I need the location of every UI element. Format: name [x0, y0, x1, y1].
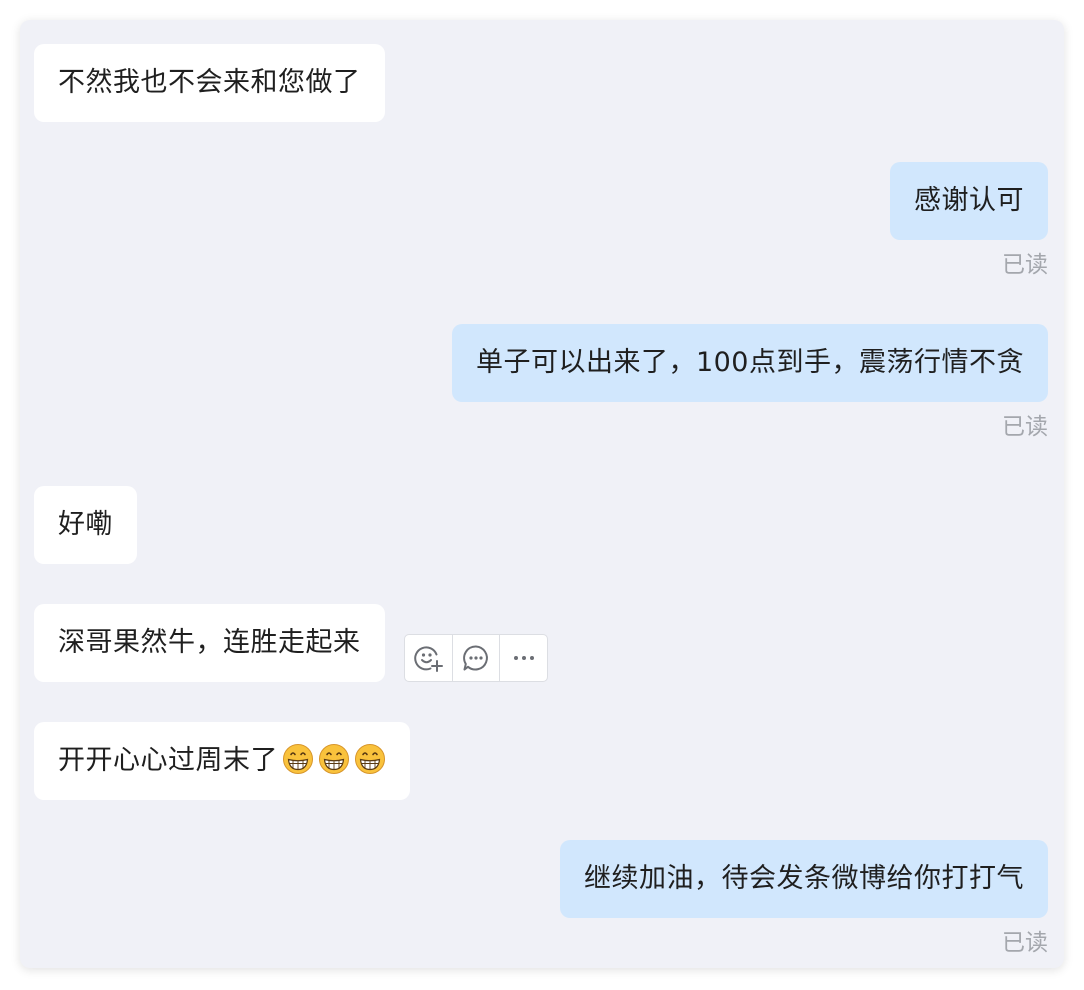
message-bubble-incoming[interactable]: 深哥果然牛，连胜走起来 [34, 604, 385, 682]
message-bubble-incoming[interactable]: 好嘞 [34, 486, 137, 564]
reply-button[interactable] [451, 635, 500, 681]
more-icon [513, 656, 534, 660]
read-status: 已读 [1002, 252, 1048, 278]
message-text: 开开心心过周末了 [58, 745, 278, 776]
message-bubble-outgoing[interactable]: 感谢认可 [890, 162, 1048, 240]
add-reaction-button[interactable] [405, 635, 452, 681]
grinning-face-icon [283, 744, 313, 774]
message-bubble-outgoing[interactable]: 继续加油，待会发条微博给你打打气 [560, 840, 1048, 918]
chat-panel: 不然我也不会来和您做了 感谢认可 已读 单子可以出来了，100点到手，震荡行情不… [20, 20, 1064, 968]
message-bubble-incoming[interactable]: 开开心心过周末了 [34, 722, 410, 800]
read-status: 已读 [1002, 930, 1048, 956]
read-status: 已读 [1002, 414, 1048, 440]
message-bubble-outgoing[interactable]: 单子可以出来了，100点到手，震荡行情不贪 [451, 324, 1048, 402]
add-reaction-icon [414, 646, 444, 672]
grinning-face-icon [319, 744, 349, 774]
message-action-toolbar [404, 634, 548, 682]
reply-icon [463, 645, 488, 671]
message-bubble-incoming[interactable]: 不然我也不会来和您做了 [34, 44, 385, 122]
grinning-face-icon [355, 744, 385, 774]
more-options-button[interactable] [499, 635, 547, 681]
